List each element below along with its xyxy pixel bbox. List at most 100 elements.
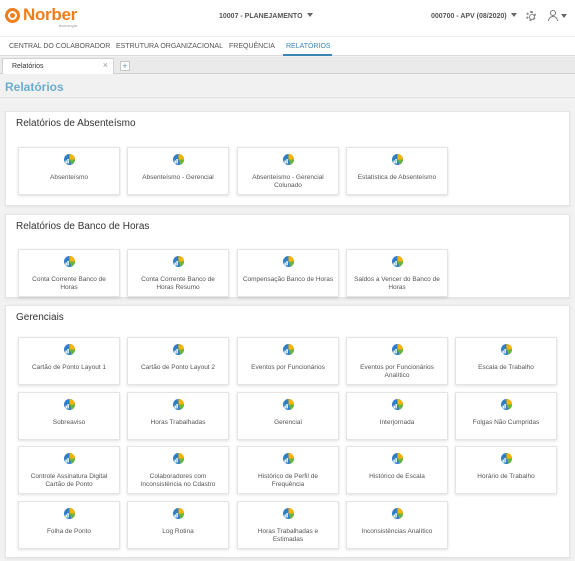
report-card-conta-corrente-banco-de-horas[interactable]: Conta Corrente Banco de Horas <box>18 249 120 297</box>
report-chart-icon <box>172 255 185 268</box>
period-selector[interactable]: 000700 - APV (08/2020) <box>431 13 517 20</box>
report-chart-icon <box>391 255 404 268</box>
report-card-label: Conta Corrente Banco de Horas <box>32 276 106 291</box>
report-card-label: Horas Trabalhadas <box>150 419 206 426</box>
report-card-log-rotina[interactable]: Log Rotina <box>127 501 229 549</box>
report-card-label: Sobreaviso <box>52 419 86 426</box>
report-chart-icon <box>63 452 76 465</box>
nav-frequencia[interactable]: FREQUÊNCIA <box>229 43 275 50</box>
tab-relatorios[interactable]: Relatórios × <box>2 58 114 74</box>
divider <box>0 97 575 98</box>
report-card-label: Eventos por Funcionários <box>251 364 325 371</box>
report-chart-icon <box>63 343 76 356</box>
user-menu[interactable] <box>548 10 568 22</box>
report-card-label: Colaboradores com Inconsistência no Cdas… <box>140 473 216 488</box>
report-card-label: Horário de Trabalho <box>477 473 535 480</box>
report-card-estatistica-de-absenteismo[interactable]: Estatística de Absenteísmo <box>346 147 448 195</box>
report-card-label: Folha de Ponto <box>46 528 92 535</box>
report-chart-icon <box>172 452 185 465</box>
report-card-label: Absenteísmo - Gerencial Colunado <box>252 174 324 189</box>
report-card-horas-trabalhadas-e-estimadas[interactable]: Horas Trabalhadas e Estimadas <box>237 501 339 549</box>
report-card-label: Horas Trabalhadas e Estimadas <box>257 528 319 543</box>
report-card-label: Absenteísmo - Gerencial <box>142 174 214 181</box>
brand-name: Norber <box>23 5 77 24</box>
period-selector-label: 000700 - APV (08/2020) <box>431 13 507 20</box>
company-selector-label: 10007 - PLANEJAMENTO <box>219 13 303 20</box>
report-chart-icon <box>63 153 76 166</box>
report-card-label: Compensação Banco de Horas <box>242 276 334 283</box>
settings-gear-icon[interactable] <box>526 11 536 21</box>
report-card-label: Estatística de Absenteísmo <box>357 174 437 181</box>
report-chart-icon <box>172 398 185 411</box>
report-chart-icon <box>282 153 295 166</box>
norber-logo[interactable]: Norber tecnologia <box>5 6 77 28</box>
report-chart-icon <box>391 343 404 356</box>
report-chart-icon <box>391 507 404 520</box>
report-chart-icon <box>500 343 513 356</box>
report-card-absenteismo[interactable]: Absenteísmo <box>18 147 120 195</box>
report-card-controle-assinatura-digital[interactable]: Controle Assinatura Digital Cartão de Po… <box>18 446 120 494</box>
report-card-sobreaviso[interactable]: Sobreaviso <box>18 392 120 440</box>
nav-estrutura-organizacional[interactable]: ESTRUTURA ORGANIZACIONAL <box>116 43 223 50</box>
report-card-historico-de-perfil-de-frequencia[interactable]: Histórico de Perfil de Frequência <box>237 446 339 494</box>
report-card-label: Folgas Não Cumpridas <box>472 419 540 426</box>
chevron-down-icon <box>561 14 567 18</box>
report-card-folgas-nao-cumpridas[interactable]: Folgas Não Cumpridas <box>455 392 557 440</box>
report-card-conta-corrente-banco-de-horas-resumo[interactable]: Conta Corrente Banco de Horas Resumo <box>127 249 229 297</box>
report-chart-icon <box>282 398 295 411</box>
close-icon[interactable]: × <box>103 61 108 70</box>
report-card-cartao-de-ponto-layout-2[interactable]: Cartão de Ponto Layout 2 <box>127 337 229 385</box>
report-card-interjornada[interactable]: Interjornada <box>346 392 448 440</box>
section-title: Relatórios de Banco de Horas <box>16 221 150 232</box>
report-card-inconsistencias-analitico[interactable]: Inconsistências Analítico <box>346 501 448 549</box>
report-card-horario-de-trabalho[interactable]: Horário de Trabalho <box>455 446 557 494</box>
section-absenteismo: Relatórios de Absenteísmo Absenteísmo Ab… <box>5 111 570 206</box>
report-card-colaboradores-com-inconsistencia[interactable]: Colaboradores com Inconsistência no Cdas… <box>127 446 229 494</box>
report-chart-icon <box>63 398 76 411</box>
report-card-label: Interjornada <box>379 419 415 426</box>
section-title: Gerenciais <box>16 312 64 323</box>
report-card-saldos-a-vencer-do-banco-de-horas[interactable]: Saldos a Vencer do Banco de Horas <box>346 249 448 297</box>
page-title: Relatórios <box>5 80 64 94</box>
report-card-label: Histórico de Escala <box>369 473 425 480</box>
chevron-down-icon <box>510 13 517 17</box>
chevron-down-icon <box>306 13 313 17</box>
report-card-label: Inconsistências Analítico <box>361 528 433 535</box>
report-card-absenteismo-gerencial-colunado[interactable]: Absenteísmo - Gerencial Colunado <box>237 147 339 195</box>
report-chart-icon <box>172 507 185 520</box>
report-card-label: Escala de Trabalho <box>478 364 534 371</box>
report-card-label: Controle Assinatura Digital Cartão de Po… <box>30 473 108 488</box>
report-card-horas-trabalhadas[interactable]: Horas Trabalhadas <box>127 392 229 440</box>
report-card-label: Cartão de Ponto Layout 2 <box>140 364 216 371</box>
report-card-historico-de-escala[interactable]: Histórico de Escala <box>346 446 448 494</box>
report-chart-icon <box>391 398 404 411</box>
report-chart-icon <box>172 343 185 356</box>
report-card-escala-de-trabalho[interactable]: Escala de Trabalho <box>455 337 557 385</box>
report-card-label: Log Rotina <box>162 528 194 535</box>
report-chart-icon <box>63 507 76 520</box>
report-card-eventos-por-funcionarios[interactable]: Eventos por Funcionários <box>237 337 339 385</box>
active-nav-indicator <box>283 54 332 56</box>
report-chart-icon <box>500 398 513 411</box>
company-selector[interactable]: 10007 - PLANEJAMENTO <box>219 13 313 20</box>
main-nav: CENTRAL DO COLABORADOR ESTRUTURA ORGANIZ… <box>0 36 575 56</box>
brand-tagline: tecnologia <box>58 23 77 28</box>
report-card-cartao-de-ponto-layout-1[interactable]: Cartão de Ponto Layout 1 <box>18 337 120 385</box>
nav-relatorios[interactable]: RELATÓRIOS <box>286 43 331 50</box>
report-card-folha-de-ponto[interactable]: Folha de Ponto <box>18 501 120 549</box>
add-tab-button[interactable]: + <box>120 61 130 71</box>
nav-central-do-colaborador[interactable]: CENTRAL DO COLABORADOR <box>9 43 110 50</box>
report-card-label: Saldos a Vencer do Banco de Horas <box>354 276 440 291</box>
report-card-absenteismo-gerencial[interactable]: Absenteísmo - Gerencial <box>127 147 229 195</box>
norber-logo-icon <box>5 8 20 23</box>
report-card-gerencial[interactable]: Gerencial <box>237 392 339 440</box>
top-bar: Norber tecnologia 10007 - PLANEJAMENTO 0… <box>0 0 575 36</box>
report-card-label: Conta Corrente Banco de Horas Resumo <box>141 276 215 291</box>
report-chart-icon <box>282 507 295 520</box>
report-card-label: Gerencial <box>274 419 302 426</box>
report-card-label: Absenteísmo <box>50 174 88 181</box>
report-card-eventos-por-funcionarios-analitico[interactable]: Eventos por Funcionários Analítico <box>346 337 448 385</box>
report-card-compensacao-banco-de-horas[interactable]: Compensação Banco de Horas <box>237 249 339 297</box>
report-card-label: Histórico de Perfil de Frequência <box>258 473 318 488</box>
report-chart-icon <box>63 255 76 268</box>
